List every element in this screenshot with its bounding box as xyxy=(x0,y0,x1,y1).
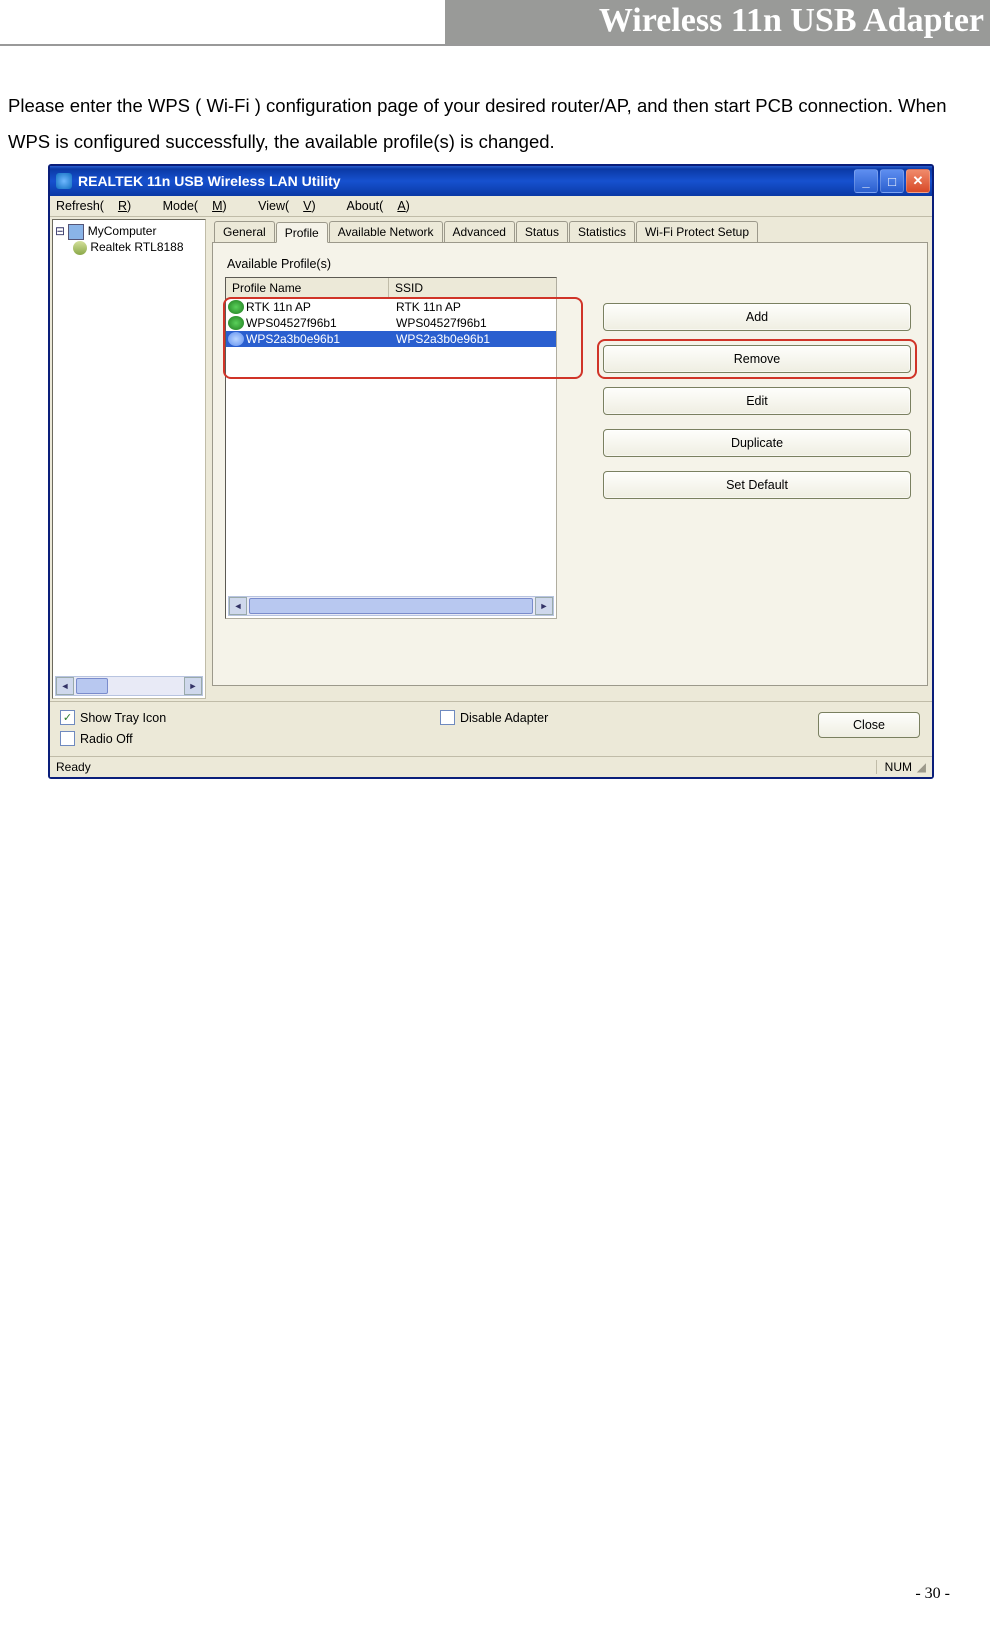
col-profile-name[interactable]: Profile Name xyxy=(226,278,389,298)
list-row-selected[interactable]: WPS2a3b0e96b1 WPS2a3b0e96b1 xyxy=(226,331,556,347)
scroll-right-icon[interactable]: ► xyxy=(535,597,553,615)
menu-view[interactable]: View(V) xyxy=(258,199,330,213)
add-button[interactable]: Add xyxy=(603,303,911,331)
cell-ssid: WPS04527f96b1 xyxy=(396,316,554,330)
tab-general[interactable]: General xyxy=(214,221,275,242)
intro-paragraph: Please enter the WPS ( Wi-Fi ) configura… xyxy=(8,88,978,160)
duplicate-button[interactable]: Duplicate xyxy=(603,429,911,457)
menu-refresh[interactable]: Refresh(R) xyxy=(56,199,145,213)
radio-off-label: Radio Off xyxy=(80,732,133,746)
cell-ssid: WPS2a3b0e96b1 xyxy=(396,332,554,346)
minimize-button[interactable]: _ xyxy=(854,169,878,193)
scroll-thumb[interactable] xyxy=(76,678,108,694)
checkbox-icon xyxy=(60,731,75,746)
list-row[interactable]: RTK 11n AP RTK 11n AP xyxy=(226,299,556,315)
tree-child-label: Realtek RTL8188 xyxy=(90,240,183,254)
header-rule xyxy=(0,44,990,46)
profile-list[interactable]: Profile Name SSID RTK 11n AP RTK 11n AP … xyxy=(225,277,557,619)
tree-child[interactable]: Realtek RTL8188 xyxy=(73,240,203,255)
app-icon xyxy=(56,173,72,189)
status-numlock: NUM xyxy=(876,760,912,774)
edit-button[interactable]: Edit xyxy=(603,387,911,415)
disable-adapter-checkbox[interactable]: Disable Adapter xyxy=(440,710,548,725)
tab-body: Available Profile(s) Profile Name SSID R… xyxy=(212,242,928,686)
tab-statistics[interactable]: Statistics xyxy=(569,221,635,242)
scroll-thumb[interactable] xyxy=(249,598,533,614)
doc-header-banner: Wireless 11n USB Adapter xyxy=(445,0,990,44)
app-window: REALTEK 11n USB Wireless LAN Utility _ □… xyxy=(48,164,934,779)
scroll-left-icon[interactable]: ◄ xyxy=(56,677,74,695)
close-button[interactable]: Close xyxy=(818,712,920,738)
list-hscroll[interactable]: ◄ ► xyxy=(228,596,554,616)
cell-name: RTK 11n AP xyxy=(246,300,396,314)
tree-root-label: MyComputer xyxy=(88,224,157,238)
profile-icon xyxy=(228,316,244,330)
tab-status[interactable]: Status xyxy=(516,221,568,242)
disable-adapter-label: Disable Adapter xyxy=(460,711,548,725)
radio-off-checkbox[interactable]: Radio Off xyxy=(60,731,320,746)
section-label: Available Profile(s) xyxy=(227,257,915,271)
checkbox-icon: ✓ xyxy=(60,710,75,725)
window-close-button[interactable]: ✕ xyxy=(906,169,930,193)
tree-root[interactable]: ⊟ MyComputer xyxy=(55,224,203,240)
maximize-button[interactable]: □ xyxy=(880,169,904,193)
list-row[interactable]: WPS04527f96b1 WPS04527f96b1 xyxy=(226,315,556,331)
set-default-button[interactable]: Set Default xyxy=(603,471,911,499)
adapter-icon xyxy=(73,241,87,255)
col-ssid[interactable]: SSID xyxy=(389,278,556,298)
profile-icon xyxy=(228,332,244,346)
tab-profile[interactable]: Profile xyxy=(276,222,328,243)
menu-about[interactable]: About(A) xyxy=(346,199,423,213)
title-bar[interactable]: REALTEK 11n USB Wireless LAN Utility _ □… xyxy=(50,166,932,196)
tab-advanced[interactable]: Advanced xyxy=(444,221,515,242)
status-text: Ready xyxy=(56,760,876,774)
show-tray-label: Show Tray Icon xyxy=(80,711,166,725)
bottom-bar: ✓ Show Tray Icon Radio Off Disable Adapt… xyxy=(50,701,932,756)
cell-name: WPS04527f96b1 xyxy=(246,316,396,330)
menu-bar: Refresh(R) Mode(M) View(V) About(A) xyxy=(50,196,932,217)
profile-icon xyxy=(228,300,244,314)
cell-ssid: RTK 11n AP xyxy=(396,300,554,314)
scroll-right-icon[interactable]: ► xyxy=(184,677,202,695)
resize-grip-icon[interactable]: ◢ xyxy=(912,760,926,774)
cell-name: WPS2a3b0e96b1 xyxy=(246,332,396,346)
status-bar: Ready NUM ◢ xyxy=(50,756,932,777)
window-title: REALTEK 11n USB Wireless LAN Utility xyxy=(78,173,341,189)
computer-icon xyxy=(68,224,84,240)
checkbox-icon xyxy=(440,710,455,725)
tab-bar: General Profile Available Network Advanc… xyxy=(214,221,928,242)
tree-hscroll[interactable]: ◄ ► xyxy=(55,676,203,696)
page-number: - 30 - xyxy=(915,1585,950,1603)
tab-wifi-protect-setup[interactable]: Wi-Fi Protect Setup xyxy=(636,221,758,242)
scroll-left-icon[interactable]: ◄ xyxy=(229,597,247,615)
show-tray-checkbox[interactable]: ✓ Show Tray Icon xyxy=(60,710,320,725)
tab-available-network[interactable]: Available Network xyxy=(329,221,443,242)
menu-mode[interactable]: Mode(M) xyxy=(163,199,241,213)
device-tree[interactable]: ⊟ MyComputer Realtek RTL8188 ◄ ► xyxy=(52,219,206,699)
remove-button[interactable]: Remove xyxy=(603,345,911,373)
